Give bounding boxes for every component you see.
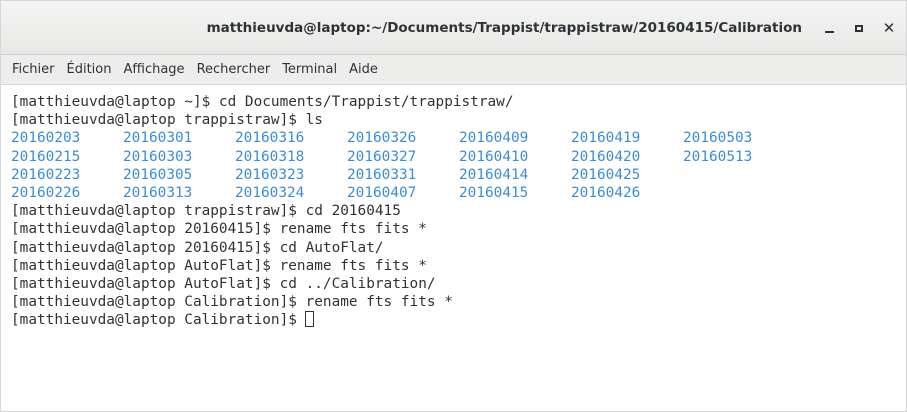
terminal-line: [matthieuvda@laptop AutoFlat]$ cd ../Cal… — [11, 275, 436, 292]
close-icon: ✕ — [882, 18, 896, 37]
terminal-line: [matthieuvda@laptop trappistraw]$ ls — [11, 112, 323, 129]
maximize-icon — [855, 24, 863, 32]
menu-aide[interactable]: Aide — [343, 55, 384, 85]
directory-entry: 20160303 — [123, 148, 193, 165]
directory-entry: 20160419 — [571, 130, 641, 147]
menu-fichier[interactable]: Fichier — [6, 55, 61, 85]
terminal-line: [matthieuvda@laptop 20160415]$ rename ft… — [11, 221, 427, 238]
directory-entry: 20160415 — [459, 184, 529, 201]
directory-entry: 20160223 — [11, 166, 81, 183]
directory-entry: 20160414 — [459, 166, 529, 183]
directory-entry: 20160323 — [235, 166, 305, 183]
terminal-prompt: [matthieuvda@laptop Calibration]$ — [11, 312, 297, 329]
terminal-line: [matthieuvda@laptop ~]$ cd Documents/Tra… — [11, 94, 514, 110]
text-cursor — [304, 311, 314, 328]
menu-terminal[interactable]: Terminal — [276, 55, 343, 85]
window-title: matthieuvda@laptop:~/Documents/Trappist/… — [206, 20, 802, 36]
directory-entry: 20160327 — [347, 148, 417, 165]
menu-edition[interactable]: Édition — [61, 55, 118, 85]
ls-output-row: 20160203 20160301 20160316 20160326 2016… — [11, 129, 906, 147]
directory-entry: 20160316 — [235, 130, 305, 147]
terminal-prompt-line: [matthieuvda@laptop Calibration]$ — [11, 311, 906, 329]
directory-entry: 20160410 — [459, 148, 529, 165]
ls-output-row: 20160215 20160303 20160318 20160327 2016… — [11, 148, 906, 166]
maximize-button[interactable] — [844, 13, 874, 43]
directory-entry: 20160409 — [459, 130, 529, 147]
menu-rechercher[interactable]: Rechercher — [191, 55, 277, 85]
directory-entry: 20160420 — [571, 148, 641, 165]
directory-entry: 20160301 — [123, 130, 193, 147]
directory-entry: 20160318 — [235, 148, 305, 165]
directory-entry: 20160305 — [123, 166, 193, 183]
directory-entry: 20160313 — [123, 184, 193, 201]
directory-entry: 20160503 — [683, 130, 753, 147]
directory-entry: 20160513 — [683, 148, 753, 165]
terminal-line: [matthieuvda@laptop trappistraw]$ cd 201… — [11, 203, 401, 220]
window-controls: ✕ — [806, 1, 906, 55]
directory-entry: 20160324 — [235, 184, 305, 201]
close-button[interactable]: ✕ — [874, 13, 904, 43]
terminal-line: [matthieuvda@laptop Calibration]$ rename… — [11, 294, 453, 311]
ls-output-row: 20160223 20160305 20160323 20160331 2016… — [11, 166, 906, 184]
terminal-line: [matthieuvda@laptop AutoFlat]$ rename ft… — [11, 257, 427, 274]
title-bar[interactable]: matthieuvda@laptop:~/Documents/Trappist/… — [1, 1, 906, 55]
terminal-line: [matthieuvda@laptop 20160415]$ cd AutoFl… — [11, 239, 384, 256]
terminal-output[interactable]: [matthieuvda@laptop ~]$ cd Documents/Tra… — [1, 85, 906, 411]
menu-affichage[interactable]: Affichage — [117, 55, 190, 85]
terminal-window: matthieuvda@laptop:~/Documents/Trappist/… — [0, 0, 907, 412]
directory-entry: 20160203 — [11, 130, 81, 147]
directory-entry: 20160407 — [347, 184, 417, 201]
minimize-icon — [824, 31, 834, 33]
directory-entry: 20160215 — [11, 148, 81, 165]
directory-entry: 20160226 — [11, 184, 81, 201]
directory-entry: 20160425 — [571, 166, 641, 183]
directory-entry: 20160331 — [347, 166, 417, 183]
directory-entry: 20160326 — [347, 130, 417, 147]
menu-bar: Fichier Édition Affichage Rechercher Ter… — [1, 55, 906, 85]
minimize-button[interactable] — [814, 13, 844, 43]
directory-entry: 20160426 — [571, 184, 641, 201]
ls-output-row: 20160226 20160313 20160324 20160407 2016… — [11, 184, 906, 202]
